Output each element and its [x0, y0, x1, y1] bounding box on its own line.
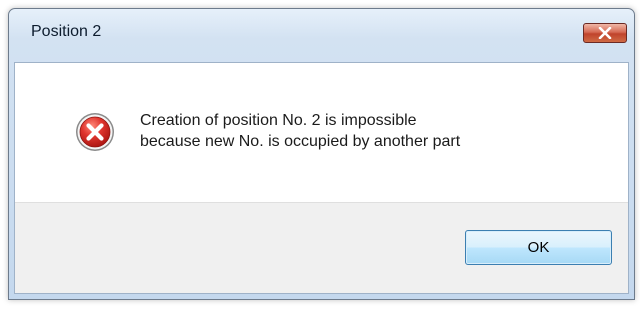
error-icon: [76, 113, 114, 151]
dialog-client-area: Creation of position No. 2 is impossible…: [14, 62, 629, 294]
button-area: OK: [15, 202, 628, 293]
window-title: Position 2: [31, 23, 102, 40]
ok-button[interactable]: OK: [465, 230, 612, 265]
close-icon: [598, 27, 612, 39]
message-dialog: Position 2 Creation of position No. 2 is…: [8, 8, 635, 300]
message-area: Creation of position No. 2 is impossible…: [15, 63, 628, 202]
message-line-2: because new No. is occupied by another p…: [140, 133, 461, 150]
title-bar[interactable]: Position 2: [9, 9, 634, 62]
message-line-1: Creation of position No. 2 is impossible: [140, 112, 417, 129]
error-message: Creation of position No. 2 is impossible…: [140, 110, 580, 152]
close-button[interactable]: [583, 23, 627, 43]
